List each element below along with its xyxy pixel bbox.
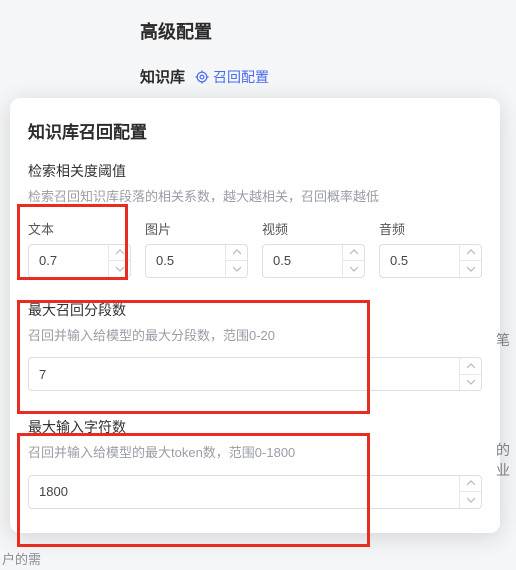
step-down-button[interactable] <box>460 375 481 391</box>
image-threshold-input[interactable] <box>145 244 248 278</box>
recall-config-link-text: 召回配置 <box>213 67 269 87</box>
max-chars-label: 最大输入字符数 <box>28 417 482 437</box>
step-down-button[interactable] <box>460 492 481 508</box>
step-up-button[interactable] <box>460 245 481 262</box>
max-chars-field[interactable] <box>29 476 481 508</box>
max-segments-section: 最大召回分段数 召回并输入给模型的最大分段数，范围0-20 <box>28 300 482 392</box>
step-up-button[interactable] <box>226 245 247 262</box>
relevance-label: 检索相关度阈值 <box>28 161 482 181</box>
step-up-button[interactable] <box>460 476 481 493</box>
panel-title: 知识库召回配置 <box>28 118 482 143</box>
max-chars-section: 最大输入字符数 召回并输入给模型的最大token数，范围0-1800 <box>28 417 482 509</box>
relevance-desc: 检索召回知识库段落的相关系数，越大越相关，召回概率越低 <box>28 187 482 207</box>
max-segments-field[interactable] <box>29 358 481 390</box>
col-label-image: 图片 <box>145 219 248 238</box>
recall-config-panel: 知识库召回配置 检索相关度阈值 检索召回知识库段落的相关系数，越大越相关，召回概… <box>10 98 500 533</box>
bg-cut-text-2: 的业 <box>496 440 514 480</box>
step-down-button[interactable] <box>109 261 130 277</box>
step-up-button[interactable] <box>343 245 364 262</box>
spinner <box>459 358 481 390</box>
col-label-text: 文本 <box>28 219 131 238</box>
threshold-col-audio: 音频 <box>379 219 482 278</box>
kb-label: 知识库 <box>140 66 185 87</box>
threshold-col-video: 视频 <box>262 219 365 278</box>
relevance-section: 检索相关度阈值 检索召回知识库段落的相关系数，越大越相关，召回概率越低 文本 图… <box>28 161 482 278</box>
step-down-button[interactable] <box>460 261 481 277</box>
audio-threshold-input[interactable] <box>379 244 482 278</box>
col-label-audio: 音频 <box>379 219 482 238</box>
video-threshold-input[interactable] <box>262 244 365 278</box>
spinner <box>108 245 130 277</box>
max-segments-input[interactable] <box>28 357 482 391</box>
kb-row: 知识库 召回配置 <box>140 66 516 87</box>
text-threshold-input[interactable] <box>28 244 131 278</box>
step-up-button[interactable] <box>109 245 130 262</box>
max-segments-label: 最大召回分段数 <box>28 300 482 320</box>
max-chars-input[interactable] <box>28 475 482 509</box>
page-title: 高级配置 <box>140 18 516 44</box>
step-up-button[interactable] <box>460 358 481 375</box>
col-label-video: 视频 <box>262 219 365 238</box>
max-chars-desc: 召回并输入给模型的最大token数，范围0-1800 <box>28 443 482 463</box>
spinner <box>225 245 247 277</box>
bg-cut-text-3: 户的需 <box>2 549 41 568</box>
max-segments-desc: 召回并输入给模型的最大分段数，范围0-20 <box>28 326 482 346</box>
step-down-button[interactable] <box>343 261 364 277</box>
recall-config-link[interactable]: 召回配置 <box>195 67 269 87</box>
threshold-col-text: 文本 <box>28 219 131 278</box>
threshold-col-image: 图片 <box>145 219 248 278</box>
step-down-button[interactable] <box>226 261 247 277</box>
spinner <box>459 476 481 508</box>
threshold-row: 文本 图片 <box>28 219 482 278</box>
background-header: 高级配置 知识库 召回配置 <box>0 0 516 87</box>
spinner <box>342 245 364 277</box>
bg-cut-text-1: 笔 <box>496 330 514 351</box>
spinner <box>459 245 481 277</box>
target-icon <box>195 70 209 84</box>
